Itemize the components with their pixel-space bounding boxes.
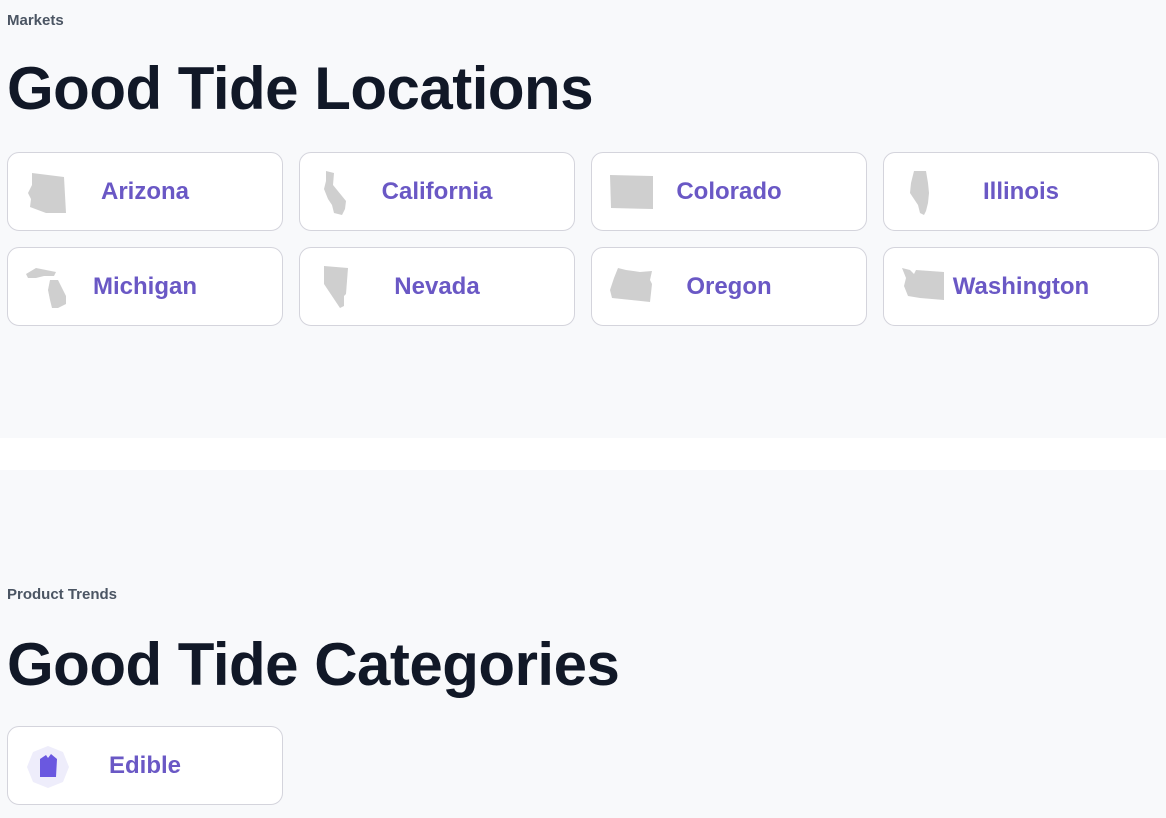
location-label: California bbox=[381, 177, 493, 205]
locations-heading: Good Tide Locations bbox=[7, 55, 594, 122]
location-label: Oregon bbox=[686, 272, 772, 300]
location-label: Nevada bbox=[394, 272, 480, 300]
location-card-washington[interactable]: Washington bbox=[883, 247, 1159, 326]
oregon-map-icon bbox=[610, 266, 654, 310]
location-label: Illinois bbox=[982, 177, 1059, 205]
section-divider bbox=[0, 438, 1166, 470]
markets-eyebrow: Markets bbox=[7, 12, 64, 29]
location-card-california[interactable]: California bbox=[299, 152, 575, 231]
california-map-icon bbox=[318, 171, 362, 215]
product-trends-section: Product Trends Good Tide Categories Edib… bbox=[0, 470, 1166, 818]
location-label: Michigan bbox=[92, 272, 197, 300]
illinois-map-icon bbox=[902, 171, 946, 215]
michigan-map-icon bbox=[26, 266, 70, 310]
location-card-arizona[interactable]: Arizona bbox=[7, 152, 283, 231]
categories-heading: Good Tide Categories bbox=[7, 631, 620, 698]
arizona-map-icon bbox=[26, 171, 70, 215]
nevada-map-icon bbox=[318, 266, 362, 310]
location-card-colorado[interactable]: Colorado bbox=[591, 152, 867, 231]
location-card-oregon[interactable]: Oregon bbox=[591, 247, 867, 326]
location-label: Arizona bbox=[100, 177, 189, 205]
location-card-nevada[interactable]: Nevada bbox=[299, 247, 575, 326]
edible-gummy-icon bbox=[26, 745, 70, 789]
washington-map-icon bbox=[902, 266, 946, 310]
categories-grid: Edible bbox=[7, 726, 1159, 805]
markets-section: Markets Good Tide Locations Arizona Cali… bbox=[0, 0, 1166, 438]
location-card-michigan[interactable]: Michigan bbox=[7, 247, 283, 326]
location-card-illinois[interactable]: Illinois bbox=[883, 152, 1159, 231]
category-card-edible[interactable]: Edible bbox=[7, 726, 283, 805]
category-label: Edible bbox=[108, 751, 181, 779]
location-label: Washington bbox=[952, 272, 1090, 300]
trends-eyebrow: Product Trends bbox=[7, 586, 118, 603]
locations-grid: Arizona California Colorado Illinois Mic… bbox=[7, 152, 1159, 326]
location-label: Colorado bbox=[676, 177, 782, 205]
colorado-map-icon bbox=[610, 171, 654, 215]
